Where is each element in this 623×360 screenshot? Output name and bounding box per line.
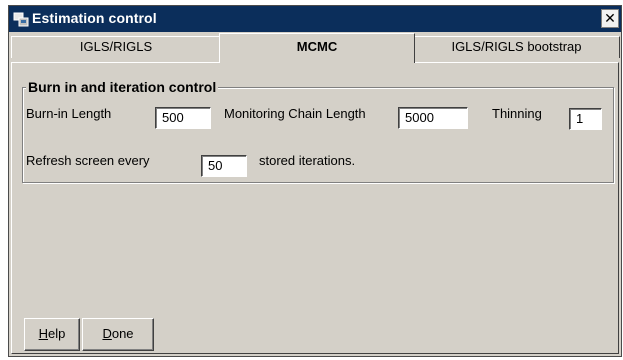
close-button[interactable]: ✕ (601, 9, 619, 28)
chain-length-label: Monitoring Chain Length (224, 106, 366, 121)
refresh-label: Refresh screen every (26, 153, 150, 168)
tab-mcmc[interactable]: MCMC (219, 33, 415, 63)
estimation-control-window: Estimation control ✕ IGLS/RIGLS IGLS/RIG… (8, 5, 622, 357)
tab-igls-rigls-bootstrap[interactable]: IGLS/RIGLS bootstrap (413, 36, 620, 58)
help-mnemonic: H (38, 326, 49, 341)
refresh-input[interactable]: 50 (201, 155, 247, 177)
tab-igls-rigls[interactable]: IGLS/RIGLS (11, 36, 221, 58)
app-icon (13, 12, 29, 27)
group-title: Burn in and iteration control (26, 79, 219, 95)
thinning-label: Thinning (492, 106, 542, 121)
window-title: Estimation control (32, 10, 157, 26)
chain-length-input[interactable]: 5000 (398, 107, 468, 129)
done-button[interactable]: Done (82, 318, 154, 351)
burn-in-label: Burn-in Length (26, 106, 112, 121)
help-label: elp (48, 326, 66, 341)
tab-label: IGLS/RIGLS (79, 39, 153, 54)
tab-label: MCMC (296, 39, 338, 54)
mcmc-panel: Burn in and iteration control Burn-in Le… (11, 62, 619, 354)
done-mnemonic: D (102, 326, 112, 341)
refresh-suffix-label: stored iterations. (259, 153, 356, 168)
done-label: one (111, 326, 134, 341)
burn-in-group (22, 87, 614, 183)
help-button[interactable]: Help (24, 318, 80, 351)
burn-in-input[interactable]: 500 (155, 107, 211, 129)
close-icon: ✕ (604, 10, 616, 26)
thinning-input[interactable]: 1 (569, 108, 602, 130)
title-bar[interactable]: Estimation control ✕ (9, 6, 621, 32)
tab-strip: IGLS/RIGLS IGLS/RIGLS bootstrap MCMC (9, 32, 621, 63)
tab-label: IGLS/RIGLS bootstrap (451, 39, 582, 54)
